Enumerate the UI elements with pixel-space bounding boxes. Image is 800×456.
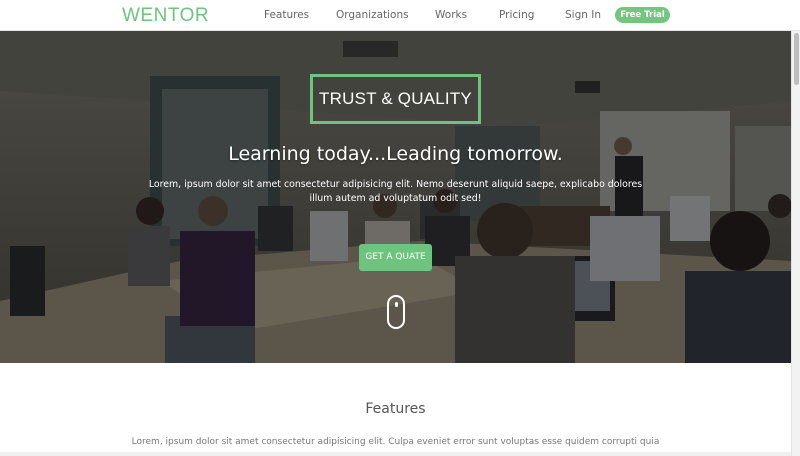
nav-link-features[interactable]: Features xyxy=(264,9,309,21)
nav-link-works[interactable]: Works xyxy=(435,9,467,21)
mouse-scroll-icon[interactable] xyxy=(387,295,405,329)
nav-link-sign-in[interactable]: Sign In xyxy=(565,9,601,21)
get-a-quote-button[interactable]: GET A QUATE xyxy=(359,244,432,271)
navbar: WENTOR Features Organizations Works Pric… xyxy=(0,0,800,31)
free-trial-button[interactable]: Free Trial xyxy=(615,7,670,23)
brand-logo[interactable]: WENTOR xyxy=(122,5,209,27)
mouse-wheel xyxy=(395,302,398,307)
nav-link-pricing[interactable]: Pricing xyxy=(499,9,534,21)
scrollbar[interactable] xyxy=(791,31,800,456)
features-title: Features xyxy=(365,401,426,417)
nav-link-organizations[interactable]: Organizations xyxy=(336,9,409,21)
hero-subtext: Lorem, ipsum dolor sit amet consectetur … xyxy=(148,179,643,204)
hero-headline: Learning today...Leading tomorrow. xyxy=(228,143,563,165)
bottom-divider xyxy=(0,452,791,456)
hero-section: TRUST & QUALITY Learning today...Leading… xyxy=(0,31,791,363)
trust-quality-badge: TRUST & QUALITY xyxy=(310,74,481,124)
scrollbar-thumb[interactable] xyxy=(794,33,799,85)
features-text: Lorem, ipsum dolor sit amet consectetur … xyxy=(131,437,660,447)
badge-text: TRUST & QUALITY xyxy=(319,89,472,108)
